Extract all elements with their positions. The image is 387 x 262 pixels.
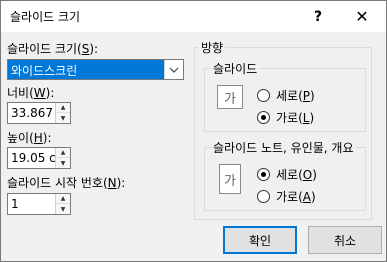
dialog-title: 슬라이드 크기 — [10, 10, 81, 24]
triangle-down-icon[interactable]: ▼ — [56, 158, 70, 168]
start-spin-buttons: ▲ ▼ — [55, 194, 70, 214]
radio-checked-icon[interactable] — [257, 168, 270, 181]
chevron-down-icon[interactable] — [164, 60, 183, 79]
notes-landscape-label: 가로(A) — [276, 190, 316, 204]
notes-portrait-label: 세로(O) — [276, 168, 317, 182]
triangle-up-icon[interactable]: ▲ — [56, 148, 70, 158]
radio-unchecked-icon[interactable] — [257, 89, 270, 102]
slide-size-select[interactable]: 와이드스크린 — [7, 59, 184, 80]
triangle-down-icon[interactable]: ▼ — [56, 204, 70, 214]
radio-unchecked-icon[interactable] — [257, 190, 270, 203]
slide-size-value: 와이드스크린 — [8, 60, 164, 79]
portrait-page-icon: 가 — [219, 164, 241, 194]
slides-landscape-label: 가로(L) — [276, 111, 315, 125]
slide-size-label: 슬라이드 크기(S): — [7, 42, 99, 56]
width-spinner[interactable]: 33.867 cm ▲ ▼ — [7, 102, 71, 124]
notes-orientation-title: 슬라이드 노트, 유인물, 개요 — [211, 139, 356, 156]
notes-portrait-option[interactable]: 세로(O) — [257, 166, 317, 183]
cancel-button[interactable]: 취소 — [308, 226, 382, 254]
slides-orientation-title: 슬라이드 — [211, 60, 260, 77]
help-button[interactable]: ? — [301, 1, 335, 32]
orientation-title: 방향 — [199, 39, 226, 56]
width-label: 너비(W): — [7, 86, 55, 100]
triangle-down-icon[interactable]: ▼ — [56, 113, 70, 123]
start-number-input[interactable]: 1 — [11, 197, 55, 211]
width-spin-buttons: ▲ ▼ — [55, 103, 70, 123]
triangle-up-icon[interactable]: ▲ — [56, 103, 70, 113]
slides-portrait-label: 세로(P) — [276, 89, 315, 103]
notes-landscape-option[interactable]: 가로(A) — [257, 188, 316, 205]
slides-portrait-option[interactable]: 세로(P) — [257, 87, 315, 104]
triangle-up-icon[interactable]: ▲ — [56, 194, 70, 204]
height-input[interactable]: 19.05 cm — [11, 151, 55, 165]
height-label: 높이(H): — [7, 131, 52, 145]
width-input[interactable]: 33.867 cm — [11, 106, 55, 120]
landscape-page-icon: 가 — [217, 85, 243, 109]
height-spin-buttons: ▲ ▼ — [55, 148, 70, 168]
ok-button[interactable]: 확인 — [223, 226, 297, 254]
radio-checked-icon[interactable] — [257, 111, 270, 124]
slides-landscape-option[interactable]: 가로(L) — [257, 109, 314, 126]
height-spinner[interactable]: 19.05 cm ▲ ▼ — [7, 147, 71, 169]
start-number-spinner[interactable]: 1 ▲ ▼ — [7, 193, 71, 215]
start-number-label: 슬라이드 시작 번호(N): — [7, 176, 126, 190]
slide-size-dialog: 슬라이드 크기 ? ✕ 슬라이드 크기(S): 와이드스크린 너비(W): 33… — [0, 0, 387, 262]
title-bar: 슬라이드 크기 ? ✕ — [1, 1, 386, 32]
close-button[interactable]: ✕ — [345, 1, 379, 32]
